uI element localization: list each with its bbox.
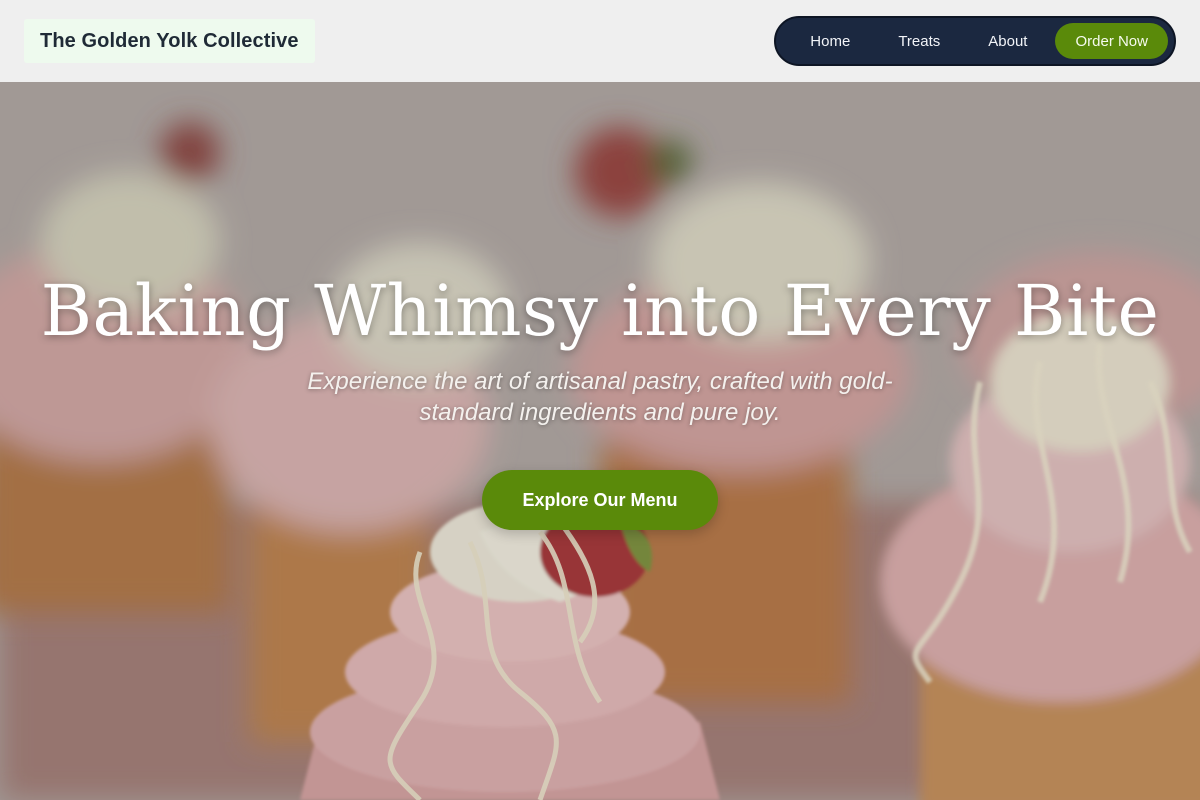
main-nav: Home Treats About Order Now — [774, 16, 1176, 66]
order-now-button[interactable]: Order Now — [1055, 23, 1168, 59]
hero-subtitle: Experience the art of artisanal pastry, … — [307, 368, 893, 426]
site-header: The Golden Yolk Collective Home Treats A… — [0, 0, 1200, 82]
brand-logo[interactable]: The Golden Yolk Collective — [24, 19, 315, 63]
nav-about[interactable]: About — [964, 23, 1051, 59]
hero-section: Baking Whimsy into Every Bite Experience… — [0, 82, 1200, 800]
explore-menu-button[interactable]: Explore Our Menu — [482, 470, 718, 530]
nav-home[interactable]: Home — [786, 23, 874, 59]
nav-treats[interactable]: Treats — [874, 23, 964, 59]
hero-title: Baking Whimsy into Every Bite — [40, 270, 1160, 352]
hero-content: Baking Whimsy into Every Bite Experience… — [0, 82, 1200, 800]
